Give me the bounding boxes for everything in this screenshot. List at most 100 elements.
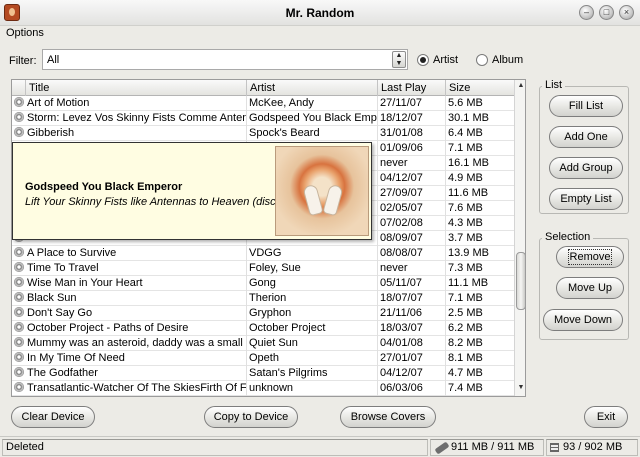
table-row[interactable]: October Project - Paths of Desire October… <box>12 321 514 336</box>
cell-size: 5.6 MB <box>448 97 483 109</box>
table-row[interactable]: Black Sun Therion 18/07/07 7.1 MB <box>12 291 514 306</box>
cell-size: 8.1 MB <box>448 352 483 364</box>
album-radio-label[interactable]: Album <box>492 54 523 66</box>
cell-artist: Therion <box>247 291 378 306</box>
cell-size: 7.1 MB <box>448 142 483 154</box>
cell-last-play: 21/11/06 <box>378 306 446 321</box>
filter-value: All <box>47 54 60 66</box>
cell-size: 7.3 MB <box>448 262 483 274</box>
cell-title: Art of Motion <box>12 96 247 111</box>
cell-last-play: 31/01/08 <box>378 126 446 141</box>
copy-to-device-button[interactable]: Copy to Device <box>204 406 298 428</box>
fill-list-button[interactable]: Fill List <box>549 95 623 117</box>
usb-drive-icon <box>434 441 450 455</box>
table-header: Title Artist Last Play Size <box>12 80 514 96</box>
header-last-play[interactable]: Last Play <box>378 80 446 96</box>
cell-last-play: 04/12/07 <box>378 366 446 381</box>
remove-button[interactable]: Remove <box>556 246 624 268</box>
table-row[interactable]: Gibberish Spock's Beard 31/01/08 6.4 MB <box>12 126 514 141</box>
cover-hand-left <box>302 183 324 217</box>
chevron-updown-icon[interactable]: ▲ ▼ <box>392 51 406 68</box>
cell-artist: McKee, Andy <box>247 96 378 111</box>
cover-hand-right <box>322 183 344 217</box>
close-icon[interactable]: × <box>619 5 634 20</box>
disc-icon <box>14 382 24 392</box>
table-row[interactable]: Time To Travel Foley, Sue never 7.3 MB <box>12 261 514 276</box>
table-row[interactable]: Storm: Levez Vos Skinny Fists Comme Ante… <box>12 111 514 126</box>
table-row[interactable]: Art of Motion McKee, Andy 27/11/07 5.6 MB <box>12 96 514 111</box>
cell-last-play: 08/08/07 <box>378 246 446 261</box>
cell-last-play: 07/02/08 <box>378 216 446 231</box>
disc-icon <box>14 247 24 257</box>
table-row[interactable]: A Place to Survive VDGG 08/08/07 13.9 MB <box>12 246 514 261</box>
cell-artist: Gryphon <box>247 306 378 321</box>
cell-last-play: never <box>378 261 446 276</box>
add-group-button[interactable]: Add Group <box>549 157 623 179</box>
cell-artist: Spock's Beard <box>247 126 378 141</box>
cell-artist: Opeth <box>247 351 378 366</box>
table-row[interactable]: Desert of IllusionL Commonuti21/12/073.7… <box>12 396 514 397</box>
list-group-label: List <box>542 79 566 91</box>
cell-size: 13.9 MB <box>448 247 489 259</box>
cell-artist: Foley, Sue <box>247 261 378 276</box>
empty-list-button[interactable]: Empty List <box>549 188 623 210</box>
cell-title: Storm: Levez Vos Skinny Fists Comme Ante… <box>12 111 247 126</box>
cell-last-play: 18/12/07 <box>378 111 446 126</box>
browse-covers-button[interactable]: Browse Covers <box>340 406 436 428</box>
menu-bar: Options <box>0 26 640 42</box>
table-row[interactable]: Mummy was an asteroid, daddy was a small… <box>12 336 514 351</box>
cell-size: 3.7 MB <box>446 396 514 397</box>
add-one-button[interactable]: Add One <box>549 126 623 148</box>
artist-radio[interactable] <box>417 54 429 66</box>
menu-options[interactable]: Options <box>6 27 44 39</box>
cell-last-play: 18/03/07 <box>378 321 446 336</box>
minimize-icon[interactable]: – <box>579 5 594 20</box>
scroll-thumb[interactable] <box>516 252 525 310</box>
move-down-button[interactable]: Move Down <box>543 309 623 331</box>
table-row[interactable]: Don't Say Go Gryphon 21/11/06 2.5 MB <box>12 306 514 321</box>
header-icon-col[interactable] <box>12 80 26 96</box>
exit-button[interactable]: Exit <box>584 406 628 428</box>
cell-artist: unknown <box>247 381 378 396</box>
cell-size: 3.7 MB <box>448 232 483 244</box>
cell-title: Transatlantic-Watcher Of The SkiesFirth … <box>12 381 247 396</box>
filter-dropdown[interactable]: All ▲ ▼ <box>42 49 408 70</box>
cell-last-play: 04/01/08 <box>378 336 446 351</box>
disc-icon <box>14 322 24 332</box>
cell-size: 6.4 MB <box>448 127 483 139</box>
artist-radio-label[interactable]: Artist <box>433 54 458 66</box>
cell-artist: Gong <box>247 276 378 291</box>
scroll-down-icon[interactable]: ▼ <box>516 384 525 394</box>
cell-last-play: 08/09/07 <box>378 231 446 246</box>
cell-size: 11.6 MB <box>448 187 489 199</box>
cell-size: 11.1 MB <box>448 277 489 289</box>
clear-device-button[interactable]: Clear Device <box>11 406 95 428</box>
vertical-scrollbar[interactable]: ▲ ▼ <box>514 80 525 396</box>
cell-last-play: 01/09/06 <box>378 141 446 156</box>
cell-title: In My Time Of Need <box>12 351 247 366</box>
list-info-cell: 93 / 902 MB <box>546 439 638 456</box>
cell-artist: Satan's Pilgrims <box>247 366 378 381</box>
header-title[interactable]: Title <box>26 80 247 96</box>
cell-size: 4.3 MB <box>448 217 483 229</box>
header-artist[interactable]: Artist <box>247 80 378 96</box>
table-row[interactable]: Transatlantic-Watcher Of The SkiesFirth … <box>12 381 514 396</box>
cell-title: Desert of Illusion <box>12 396 247 397</box>
disc-icon <box>14 277 24 287</box>
disc-icon <box>14 97 24 107</box>
table-row[interactable]: Wise Man in Your Heart Gong 05/11/07 11.1 M… <box>12 276 514 291</box>
table-row[interactable]: In My Time Of Need Opeth 27/01/07 8.1 MB <box>12 351 514 366</box>
header-size[interactable]: Size <box>446 80 514 96</box>
title-bar: Mr. Random – □ × <box>0 0 640 26</box>
move-up-button[interactable]: Move Up <box>556 277 624 299</box>
disc-icon <box>14 112 24 122</box>
cell-title: Don't Say Go <box>12 306 247 321</box>
table-row[interactable]: The Godfather Satan's Pilgrims 04/12/07 4.7… <box>12 366 514 381</box>
album-radio[interactable] <box>476 54 488 66</box>
status-message: Deleted <box>2 439 428 456</box>
cell-size: 8.2 MB <box>448 337 483 349</box>
cell-last-play: 04/12/07 <box>378 171 446 186</box>
maximize-icon[interactable]: □ <box>599 5 614 20</box>
cell-last-play: 21/12/07 <box>378 396 446 397</box>
scroll-up-icon[interactable]: ▲ <box>516 82 525 92</box>
